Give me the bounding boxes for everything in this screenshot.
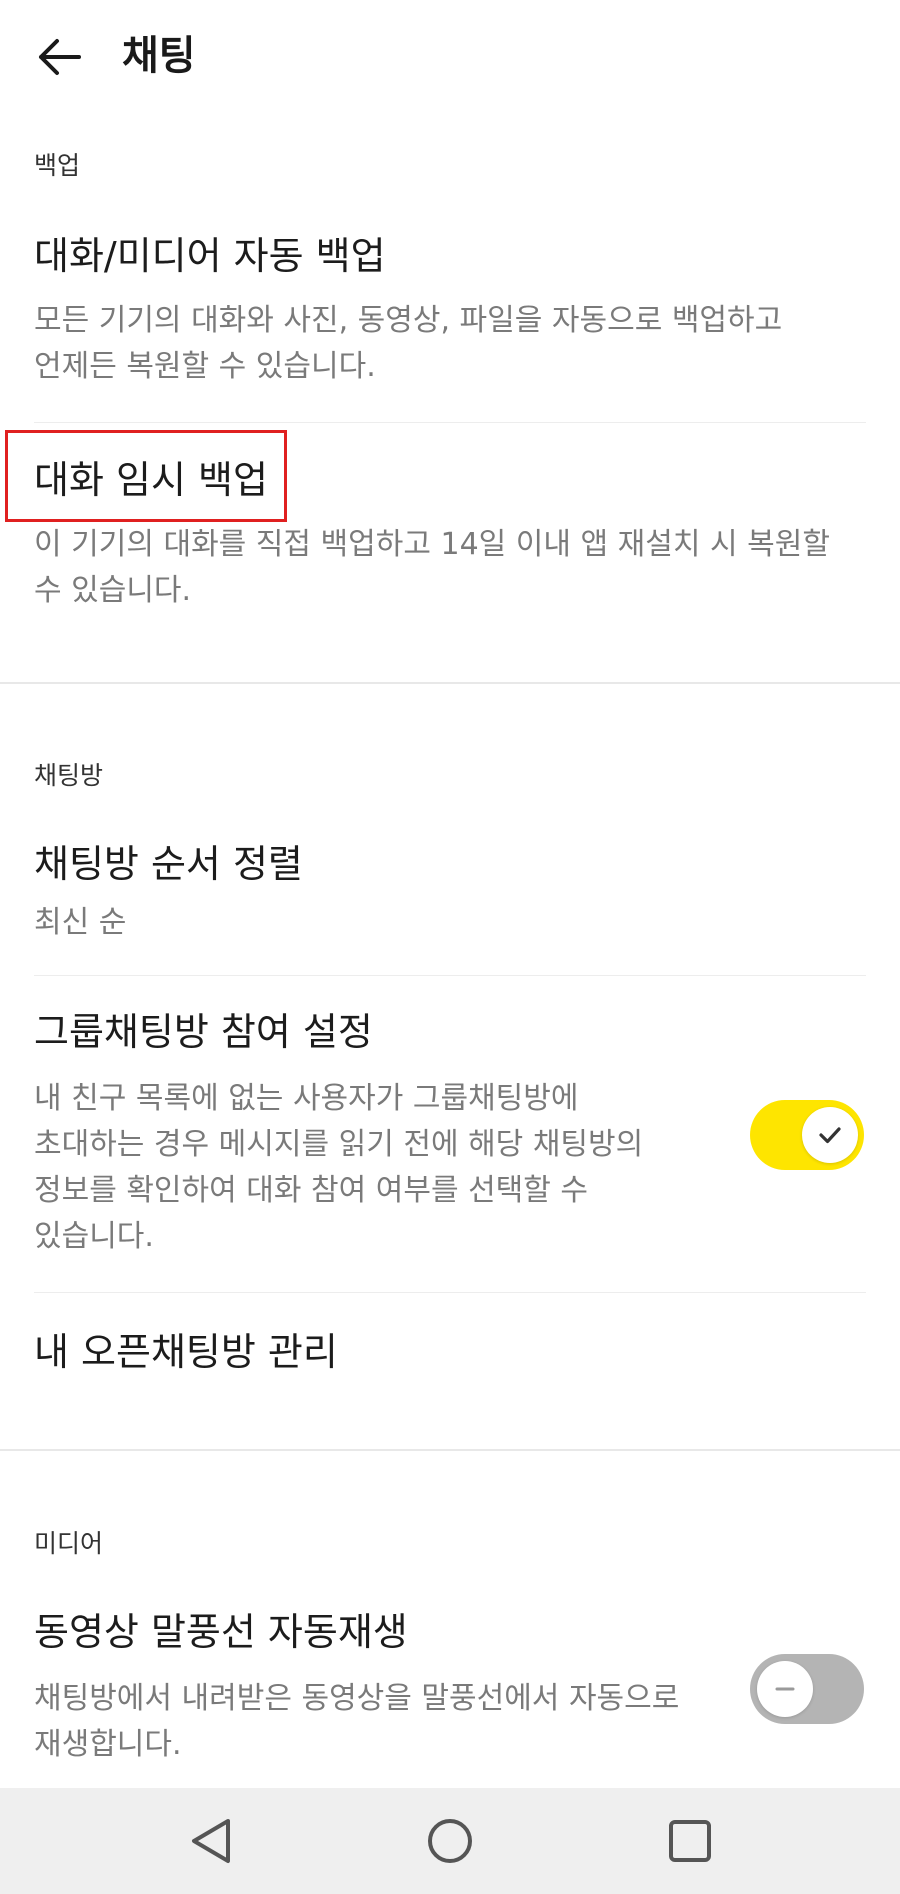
back-triangle-icon	[192, 1819, 230, 1863]
setting-title: 동영상 말풍선 자동재생	[34, 1610, 408, 1654]
setting-title: 내 오픈채팅방 관리	[34, 1330, 338, 1374]
group-chat-join-toggle[interactable]	[750, 1100, 864, 1170]
section-divider	[0, 682, 900, 684]
section-label-media: 미디어	[34, 1529, 104, 1558]
back-button[interactable]	[24, 22, 94, 92]
setting-title: 대화/미디어 자동 백업	[34, 234, 386, 278]
setting-description: 있습니다.	[34, 1219, 154, 1254]
nav-recents-button[interactable]	[650, 1804, 730, 1878]
toggle-knob	[757, 1661, 813, 1717]
recents-square-icon	[669, 1820, 711, 1862]
system-navigation-bar	[0, 1788, 900, 1894]
divider	[34, 422, 866, 423]
setting-title: 그룹채팅방 참여 설정	[34, 1010, 373, 1054]
setting-description: 채팅방에서 내려받은 동영상을 말풍선에서 자동으로	[34, 1681, 680, 1716]
setting-description: 초대하는 경우 메시지를 읽기 전에 해당 채팅방의	[34, 1127, 644, 1162]
setting-description: 이 기기의 대화를 직접 백업하고 14일 이내 앱 재설치 시 복원할	[34, 527, 830, 562]
section-divider	[0, 1449, 900, 1451]
divider	[34, 975, 866, 976]
setting-description: 언제든 복원할 수 있습니다.	[34, 349, 376, 384]
setting-description: 재생합니다.	[34, 1727, 182, 1762]
setting-title: 채팅방 순서 정렬	[34, 842, 303, 886]
section-label-chatroom: 채팅방	[34, 761, 104, 790]
page-title: 채팅	[122, 33, 196, 79]
minus-icon	[775, 1687, 795, 1691]
arrow-left-icon	[39, 39, 81, 75]
section-label-backup: 백업	[34, 151, 81, 180]
setting-description: 내 친구 목록에 없는 사용자가 그룹채팅방에	[34, 1081, 579, 1116]
setting-description: 모든 기기의 대화와 사진, 동영상, 파일을 자동으로 백업하고	[34, 303, 783, 338]
setting-value: 최신 순	[34, 905, 127, 940]
toggle-knob	[802, 1107, 858, 1163]
nav-home-button[interactable]	[410, 1804, 490, 1878]
video-autoplay-toggle[interactable]	[750, 1654, 864, 1724]
home-circle-icon	[428, 1819, 472, 1863]
divider	[34, 1292, 866, 1293]
top-app-bar: 채팅	[0, 0, 900, 112]
check-icon	[819, 1127, 841, 1144]
nav-back-button[interactable]	[171, 1804, 251, 1878]
setting-description: 수 있습니다.	[34, 573, 192, 608]
setting-description: 정보를 확인하여 대화 참여 여부를 선택할 수	[34, 1173, 589, 1208]
highlight-box	[5, 430, 287, 522]
